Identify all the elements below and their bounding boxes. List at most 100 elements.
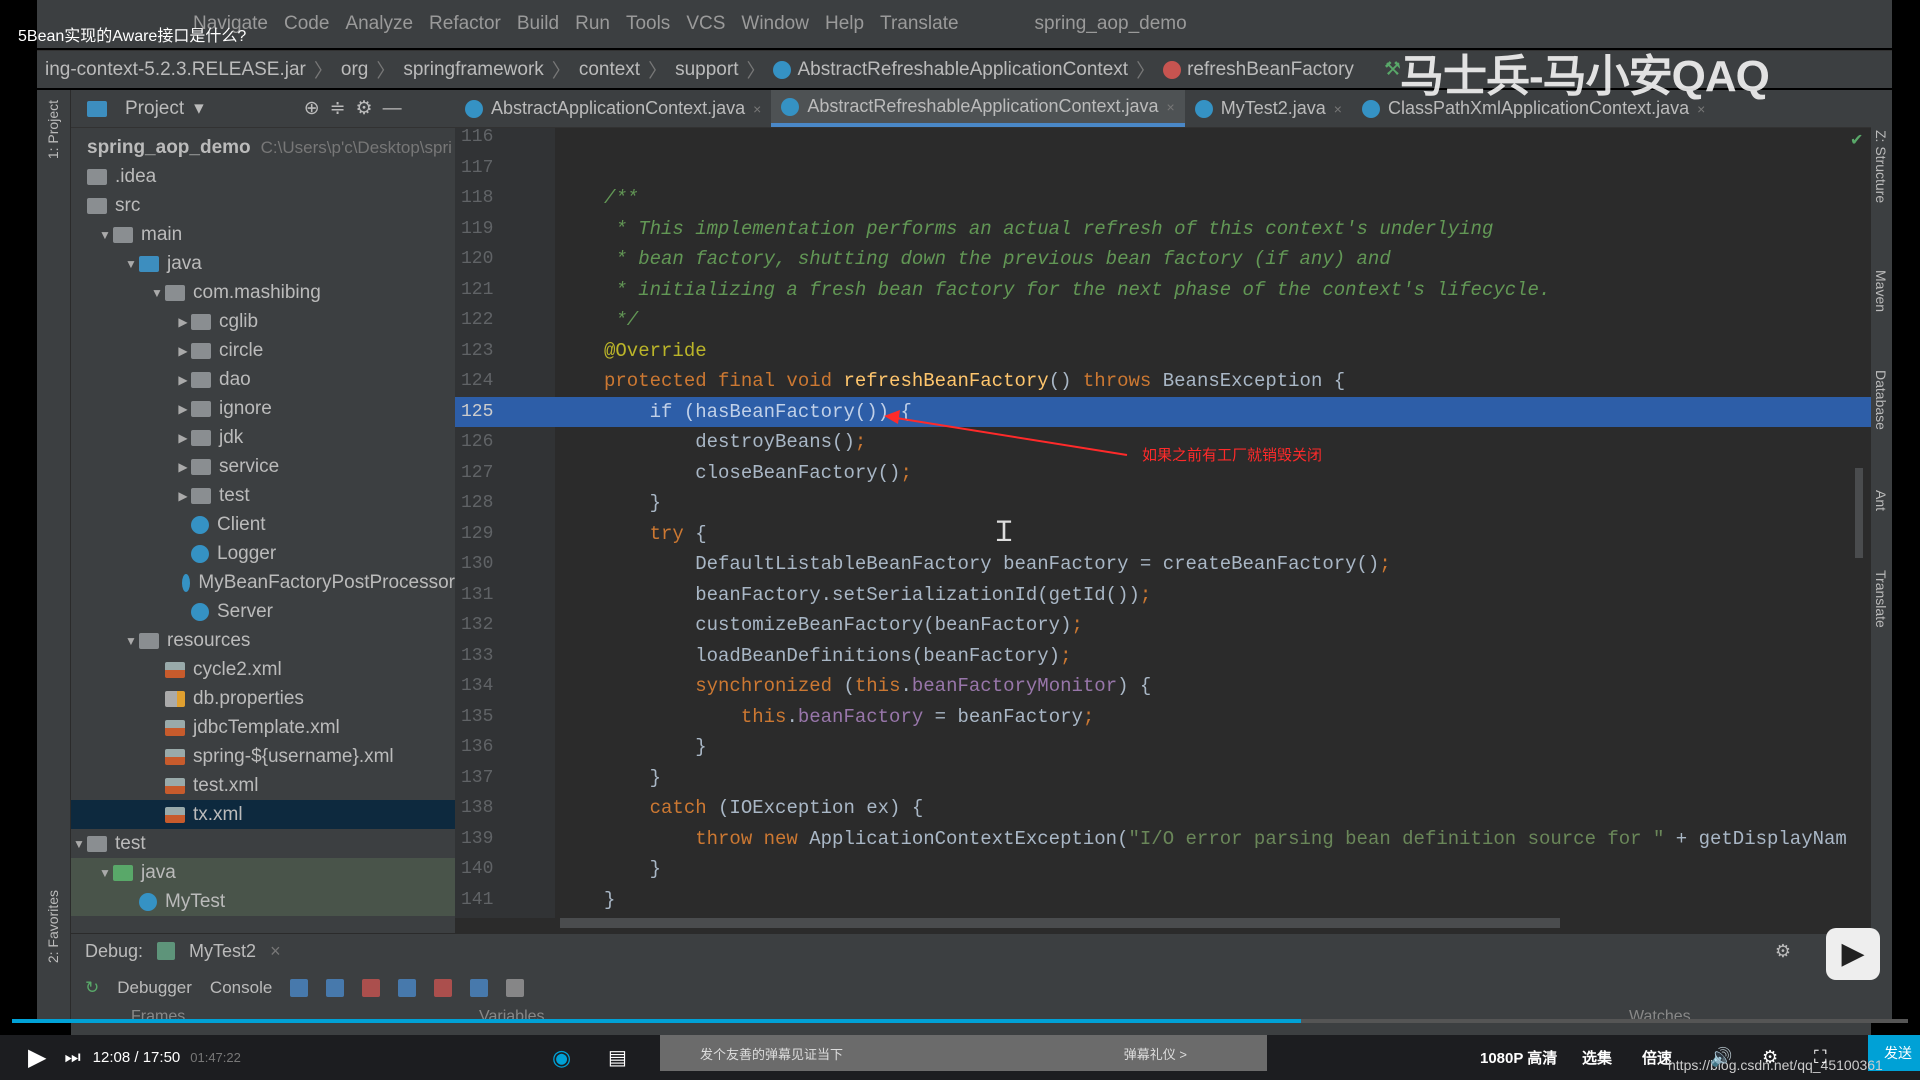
expand-arrow-icon[interactable]: ▶ xyxy=(175,373,191,387)
tree-item[interactable]: ▼ java xyxy=(71,249,455,278)
console-tab[interactable]: Console xyxy=(210,978,272,998)
close-icon[interactable]: × xyxy=(1334,101,1342,117)
expand-arrow-icon[interactable]: ▶ xyxy=(175,344,191,358)
crumb[interactable]: springframework xyxy=(403,59,543,81)
close-icon[interactable]: × xyxy=(270,941,281,962)
fullscreen-icon[interactable]: ⛶ xyxy=(1814,1047,1827,1068)
tree-item[interactable]: ▼ resources xyxy=(71,626,455,655)
tree-item[interactable]: ▼ java xyxy=(71,858,455,887)
expand-arrow-icon[interactable]: ▶ xyxy=(175,460,191,474)
tree-item[interactable]: test.xml xyxy=(71,771,455,800)
force-step-into-icon[interactable] xyxy=(362,979,381,997)
translate-tool-button[interactable]: Translate xyxy=(1873,570,1889,628)
tree-item[interactable]: ▶ ignore xyxy=(71,394,455,423)
crumb[interactable]: support xyxy=(675,59,738,81)
danmaku-input[interactable]: 发个友善的弹幕见证当下 弹幕礼仪 > 发送 xyxy=(660,1035,1920,1071)
maven-tool-button[interactable]: Maven xyxy=(1873,270,1889,312)
expand-arrow-icon[interactable]: ▼ xyxy=(71,837,87,851)
tree-item[interactable]: MyBeanFactoryPostProcessor xyxy=(71,568,455,597)
next-icon[interactable]: ⏭ xyxy=(64,1047,80,1068)
expand-arrow-icon[interactable]: ▼ xyxy=(149,286,165,300)
danmaku-settings-icon[interactable]: ▤ xyxy=(608,1045,627,1070)
collapse-icon[interactable]: ≑ xyxy=(330,97,346,120)
tree-item[interactable]: ▶ cglib xyxy=(71,307,455,336)
expand-arrow-icon[interactable]: ▼ xyxy=(123,257,139,271)
locate-icon[interactable]: ⊕ xyxy=(304,97,320,120)
tree-item[interactable]: ▶ test xyxy=(71,481,455,510)
menu-help[interactable]: Help xyxy=(825,13,864,35)
chevron-down-icon[interactable]: ▾ xyxy=(194,97,204,120)
minimize-icon[interactable]: — xyxy=(383,98,402,120)
tree-item[interactable]: src xyxy=(71,191,455,220)
tree-item[interactable]: Client xyxy=(71,510,455,539)
tree-item[interactable]: .idea xyxy=(71,162,455,191)
tree-item[interactable]: Logger xyxy=(71,539,455,568)
evaluate-icon[interactable] xyxy=(506,979,525,997)
debug-config-tab[interactable]: MyTest2 xyxy=(189,941,256,962)
tree-item[interactable]: ▼ com.mashibing xyxy=(71,278,455,307)
expand-arrow-icon[interactable]: ▶ xyxy=(175,431,191,445)
close-icon[interactable]: × xyxy=(1167,99,1175,115)
step-into-icon[interactable] xyxy=(326,979,345,997)
step-out-icon[interactable] xyxy=(398,979,417,997)
crumb[interactable]: refreshBeanFactory xyxy=(1187,59,1354,81)
menu-build[interactable]: Build xyxy=(517,13,559,35)
expand-arrow-icon[interactable]: ▼ xyxy=(97,866,113,880)
drop-frame-icon[interactable] xyxy=(434,979,453,997)
danmaku-etiquette-link[interactable]: 弹幕礼仪 > xyxy=(1124,1044,1187,1063)
tree-item[interactable]: ▶ jdk xyxy=(71,423,455,452)
tree-item[interactable]: spring-${username}.xml xyxy=(71,742,455,771)
tree-item[interactable]: ▶ circle xyxy=(71,336,455,365)
tab-2[interactable]: MyTest2.java × xyxy=(1185,90,1352,127)
horizontal-scrollbar[interactable] xyxy=(560,918,1560,928)
tree-item[interactable]: ▼ test xyxy=(71,829,455,858)
gear-icon[interactable]: ⚙ xyxy=(356,97,373,120)
database-tool-button[interactable]: Database xyxy=(1873,370,1889,430)
danmaku-toggle-icon[interactable]: ◉ xyxy=(552,1045,571,1071)
bilibili-tv-icon[interactable]: ▶ xyxy=(1826,928,1880,980)
tree-item[interactable]: Server xyxy=(71,597,455,626)
menu-tools[interactable]: Tools xyxy=(626,13,670,35)
expand-arrow-icon[interactable]: ▶ xyxy=(175,402,191,416)
step-over-icon[interactable] xyxy=(290,979,309,997)
gear-icon[interactable]: ⚙ xyxy=(1775,941,1791,962)
build-hammer-icon[interactable]: ⚒ xyxy=(1384,58,1401,81)
tab-0[interactable]: AbstractApplicationContext.java × xyxy=(455,90,771,127)
settings-icon[interactable]: ⚙ xyxy=(1762,1047,1778,1068)
expand-arrow-icon[interactable]: ▶ xyxy=(175,315,191,329)
play-icon[interactable]: ▶ xyxy=(28,1043,46,1072)
menu-window[interactable]: Window xyxy=(741,13,809,35)
run-to-cursor-icon[interactable] xyxy=(470,979,489,997)
tree-item[interactable]: ▶ service xyxy=(71,452,455,481)
menu-run[interactable]: Run xyxy=(575,13,610,35)
expand-arrow-icon[interactable]: ▼ xyxy=(123,634,139,648)
menu-translate[interactable]: Translate xyxy=(880,13,959,35)
tree-item[interactable]: tx.xml xyxy=(71,800,455,829)
tree-item[interactable]: ▶ dao xyxy=(71,365,455,394)
crumb[interactable]: AbstractRefreshableApplicationContext xyxy=(797,59,1128,81)
code-editor[interactable]: 116 117 118 /** 119 * This implementation pe… xyxy=(455,128,1871,933)
crumb[interactable]: context xyxy=(579,59,640,81)
expand-arrow-icon[interactable]: ▶ xyxy=(175,489,191,503)
tab-1[interactable]: AbstractRefreshableApplicationContext.ja… xyxy=(771,90,1185,127)
crumb[interactable]: ing-context-5.2.3.RELEASE.jar xyxy=(45,59,306,81)
vertical-scrollbar[interactable] xyxy=(1855,468,1863,558)
ant-tool-button[interactable]: Ant xyxy=(1873,490,1889,511)
tree-item[interactable]: spring_aop_demo C:\Users\p'c\Desktop\spri xyxy=(71,133,455,162)
favorites-tool-button[interactable]: 2: Favorites xyxy=(45,890,61,963)
quality-button[interactable]: 1080P 高清 xyxy=(1480,1047,1557,1068)
tree-item[interactable]: db.properties xyxy=(71,684,455,713)
structure-tool-button[interactable]: Z: Structure xyxy=(1873,130,1889,203)
video-progress-bar[interactable] xyxy=(12,1019,1908,1023)
menu-code[interactable]: Code xyxy=(284,13,329,35)
tree-item[interactable]: MyTest xyxy=(71,887,455,916)
rerun-icon[interactable]: ↻ xyxy=(85,978,99,998)
volume-icon[interactable]: 🔊 xyxy=(1710,1047,1732,1068)
menu-refactor[interactable]: Refactor xyxy=(429,13,501,35)
expand-arrow-icon[interactable]: ▼ xyxy=(97,228,113,242)
tree-item[interactable]: cycle2.xml xyxy=(71,655,455,684)
menu-vcs[interactable]: VCS xyxy=(686,13,725,35)
episodes-button[interactable]: 选集 xyxy=(1582,1047,1612,1068)
menu-analyze[interactable]: Analyze xyxy=(345,13,413,35)
project-tool-button[interactable]: 1: Project xyxy=(45,100,61,159)
